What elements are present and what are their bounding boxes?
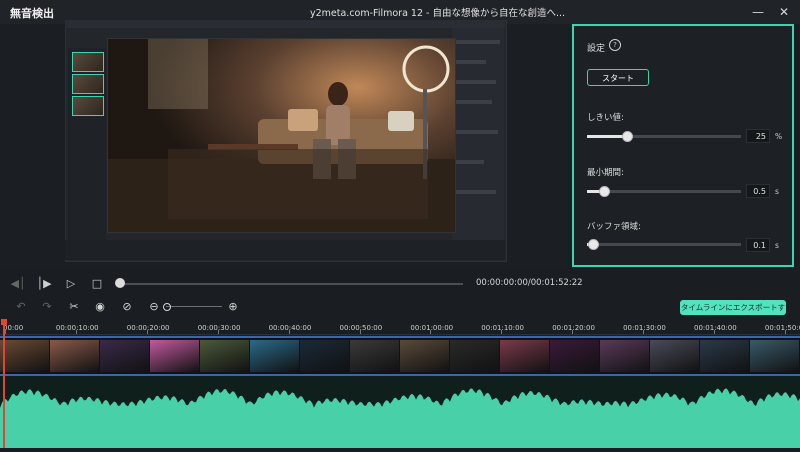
buffer-unit: s (775, 241, 779, 250)
eye-icon[interactable]: ◉ (93, 300, 107, 314)
ruler-tick-label: 00:00:30:00 (197, 324, 241, 332)
ruler-tick-mark (146, 330, 148, 334)
min-duration-label: 最小期間: (587, 168, 624, 178)
preview-thumbnail (72, 96, 104, 116)
preview-thumbnail (72, 52, 104, 72)
audio-waveform (0, 388, 800, 448)
clip-thumbnail[interactable] (400, 340, 449, 372)
clip-thumbnail[interactable] (650, 340, 699, 372)
playback-scrubber-track[interactable] (118, 283, 463, 285)
min-duration-value[interactable]: 0.5 (746, 184, 770, 198)
start-button[interactable]: スタート (587, 69, 649, 86)
ruler-tick-mark (572, 330, 574, 334)
threshold-value[interactable]: 25 (746, 129, 770, 143)
clip-thumbnail[interactable] (550, 340, 599, 372)
ruler-tick-mark (501, 330, 503, 334)
timecode: 00:00:00:00/00:01:52:22 (476, 278, 583, 288)
clip-thumbnail[interactable] (200, 340, 249, 372)
threshold-unit: % (775, 132, 783, 141)
ruler-tick-mark (643, 330, 645, 334)
waveform-shape (0, 388, 800, 448)
stop-icon[interactable]: □ (89, 276, 105, 292)
threshold-label: しきい値: (587, 113, 624, 123)
min-duration-slider-handle[interactable] (598, 186, 610, 197)
clip-thumbnail[interactable] (700, 340, 749, 372)
ruler-tick-mark (5, 330, 6, 334)
ruler-tick-label: 00:01:10:00 (481, 324, 525, 332)
clip-thumbnail[interactable] (0, 340, 49, 372)
ruler-tick-mark (359, 330, 361, 334)
preview-screenshot-timeline (65, 240, 505, 260)
app-title: 無音検出 (10, 7, 54, 20)
prev-frame-icon[interactable]: ◀│ (10, 276, 26, 292)
buffer-label: バッファ領域: (587, 222, 641, 232)
ruler-tick-label: 00:01:40:00 (694, 324, 737, 332)
clip-thumbnail[interactable] (350, 340, 399, 372)
clip-thumbnail[interactable] (300, 340, 349, 372)
ruler-tick-mark (75, 330, 77, 334)
threshold-slider[interactable] (587, 135, 741, 138)
undo-icon[interactable]: ↶ (14, 300, 28, 314)
min-duration-unit: s (775, 187, 779, 196)
ruler-tick-label: 00:01:00:00 (410, 324, 454, 332)
step-back-icon[interactable]: │▶ (36, 276, 52, 292)
ruler-tick-mark (784, 330, 786, 334)
play-icon[interactable]: ▷ (63, 276, 79, 292)
ruler-tick-mark (288, 330, 290, 334)
clip-thumbnail[interactable] (150, 340, 199, 372)
video-frame (107, 38, 456, 233)
clip-thumbnail[interactable] (500, 340, 549, 372)
ruler-tick-mark (217, 330, 219, 334)
ruler-tick-label: 00:01:20:00 (552, 324, 595, 332)
clip-thumbnail[interactable] (50, 340, 99, 372)
export-to-timeline-button[interactable]: タイムラインにエクスポートする (680, 300, 786, 327)
close-icon[interactable]: ✕ (776, 4, 792, 20)
ruler-tick-mark (430, 330, 432, 334)
playhead[interactable] (3, 320, 5, 448)
ruler-tick-label: 00:01:30:00 (623, 324, 666, 332)
audio-track[interactable] (0, 376, 800, 448)
ruler-tick-label: 00:00:10:00 (55, 324, 99, 332)
playhead-handle[interactable] (1, 319, 7, 325)
settings-title: 設定 (587, 44, 606, 54)
min-duration-slider[interactable] (587, 190, 741, 193)
buffer-value[interactable]: 0.1 (746, 238, 770, 252)
minimize-icon[interactable]: — (750, 4, 766, 20)
preview-screenshot-header (65, 20, 505, 28)
ruler-tick-label: 00:00:20:00 (126, 324, 170, 332)
clip-thumbnail[interactable] (600, 340, 649, 372)
scissors-icon[interactable]: ✂ (67, 300, 81, 314)
clip-thumbnail[interactable] (250, 340, 299, 372)
ruler-tick-label: 00:00:40:00 (268, 324, 312, 332)
ruler-tick-label: 00:00:50:00 (339, 324, 383, 332)
preview-thumbnail (72, 74, 104, 94)
ruler-tick-label: 00:01:50:00 (764, 324, 800, 332)
zoom-slider-handle[interactable] (163, 303, 171, 311)
buffer-slider[interactable] (587, 243, 741, 246)
zoom-slider[interactable] (166, 306, 222, 307)
help-icon[interactable]: ? (609, 39, 621, 51)
zoom-in-icon[interactable]: ⊕ (226, 300, 240, 314)
ruler-tick-label: 00:00 (3, 324, 24, 332)
playback-scrubber-handle[interactable] (115, 278, 125, 288)
clip-thumbnail[interactable] (100, 340, 149, 372)
zoom-out-icon[interactable]: ⊖ (147, 300, 161, 314)
eye-off-icon[interactable]: ⊘ (120, 300, 134, 314)
threshold-slider-handle[interactable] (622, 131, 634, 142)
clip-thumbnail[interactable] (750, 340, 799, 372)
ruler-tick-mark (714, 330, 715, 334)
timeline-ruler[interactable] (0, 320, 800, 335)
redo-icon[interactable]: ↷ (40, 300, 54, 314)
window-title: y2meta.com-Filmora 12 - 自由な想像から自在な創造へ... (310, 8, 566, 19)
clip-thumbnail[interactable] (450, 340, 499, 372)
